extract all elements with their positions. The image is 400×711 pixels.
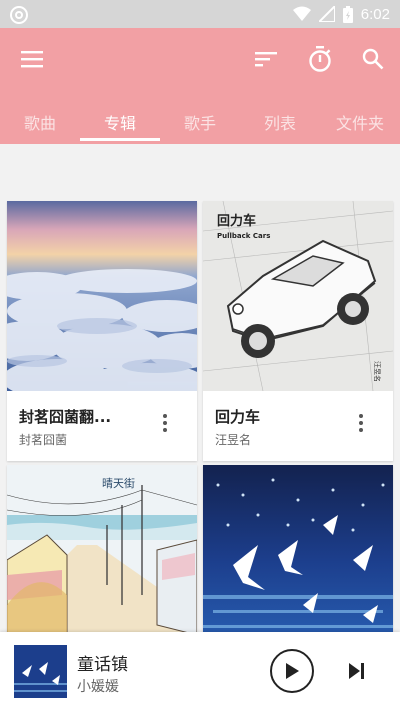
menu-button[interactable]: [12, 39, 52, 79]
album-cover: 回力车 Pullback Cars 汪昱名: [203, 201, 393, 391]
sort-button[interactable]: [246, 39, 286, 79]
album-card[interactable]: 回力车 Pullback Cars 汪昱名 回力车 汪昱名: [203, 201, 393, 461]
active-tab-indicator: [80, 138, 160, 141]
app-bar: 歌曲 专辑 歌手 列表 文件夹: [0, 28, 400, 144]
signal-icon: [318, 6, 335, 22]
album-card[interactable]: [203, 465, 393, 632]
album-artist: 封茗囧菌: [19, 433, 68, 447]
album-card[interactable]: 晴天街: [7, 465, 197, 632]
wifi-icon: [292, 6, 311, 21]
sleep-timer-button[interactable]: [300, 39, 340, 79]
skip-next-icon: [349, 663, 364, 679]
menu-icon: [21, 51, 43, 68]
play-icon: [286, 663, 299, 679]
search-icon: [362, 48, 384, 70]
now-playing-bar[interactable]: 童话镇 小媛媛: [0, 632, 400, 711]
notification-icon: [10, 6, 28, 24]
album-cover: 晴天街: [7, 465, 197, 632]
tab-folders[interactable]: 文件夹: [320, 100, 400, 144]
now-playing-artist: 小媛媛: [77, 679, 119, 695]
next-button[interactable]: [340, 654, 374, 688]
search-button[interactable]: [353, 39, 393, 79]
tab-bar: 歌曲 专辑 歌手 列表 文件夹: [0, 100, 400, 144]
album-card[interactable]: 封茗囧菌翻... 封茗囧菌: [7, 201, 197, 461]
album-title: 回力车: [215, 408, 261, 426]
timer-icon: [309, 46, 331, 72]
tab-songs[interactable]: 歌曲: [0, 100, 80, 144]
status-right: 6:02: [292, 4, 390, 24]
now-playing-thumbnail: [14, 645, 67, 698]
cover-logo-text: 回力车: [217, 213, 256, 229]
more-vert-icon: [359, 414, 363, 418]
album-grid[interactable]: 封茗囧菌翻... 封茗囧菌 回力车 Pullback Cars 汪昱名 回力车 …: [0, 144, 400, 632]
now-playing-title: 童话镇: [77, 655, 128, 675]
svg-text:汪昱名: 汪昱名: [373, 361, 382, 382]
cover-subtitle-text: Pullback Cars: [217, 232, 270, 240]
battery-icon: [342, 5, 353, 23]
album-more-button[interactable]: [349, 411, 373, 435]
album-more-button[interactable]: [153, 411, 177, 435]
album-artist: 汪昱名: [215, 433, 252, 447]
tab-artists[interactable]: 歌手: [160, 100, 240, 144]
tab-playlists[interactable]: 列表: [240, 100, 320, 144]
album-cover: [203, 465, 393, 632]
cover-title-text: 晴天街: [102, 476, 135, 490]
album-title: 封茗囧菌翻...: [19, 408, 112, 426]
album-cover: [7, 201, 197, 391]
status-bar: 6:02: [0, 0, 400, 28]
status-time: 6:02: [360, 5, 390, 23]
album-info: 封茗囧菌翻... 封茗囧菌: [7, 391, 197, 461]
album-info: 回力车 汪昱名: [203, 391, 393, 461]
sort-icon: [255, 52, 277, 67]
more-vert-icon: [163, 414, 167, 418]
play-button[interactable]: [270, 649, 314, 693]
